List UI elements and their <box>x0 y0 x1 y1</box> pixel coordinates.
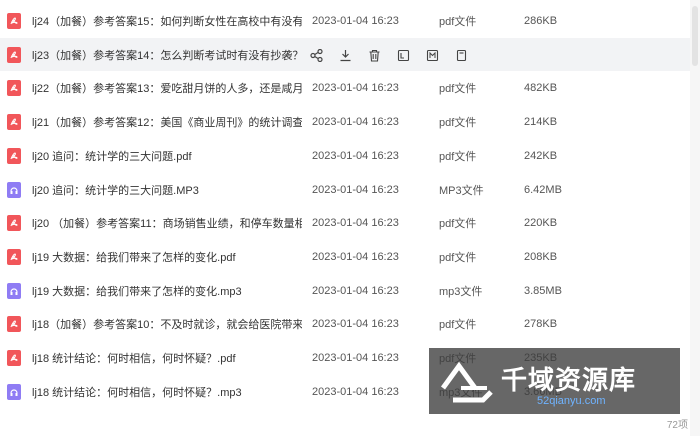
pdf-file-icon <box>7 215 21 231</box>
file-date: 2023-01-04 16:23 <box>312 385 399 398</box>
share-icon[interactable] <box>308 47 324 63</box>
file-date: 2023-01-04 16:23 <box>312 115 399 128</box>
file-row[interactable]: lj19 大数据：给我们带来了怎样的变化.mp3 2023-01-04 16:23… <box>0 274 690 307</box>
audio-file-icon <box>7 182 21 198</box>
file-date: 2023-01-04 16:23 <box>312 149 399 162</box>
file-type: pdf文件 <box>439 318 477 331</box>
file-date: 2023-01-04 16:23 <box>312 284 399 297</box>
file-date: 2023-01-04 16:23 <box>312 317 399 330</box>
file-size: 286KB <box>524 14 558 27</box>
file-name[interactable]: lj20 追问：统计学的三大问题.pdf <box>32 148 302 164</box>
file-type: pdf文件 <box>439 82 477 95</box>
pdf-file-icon <box>7 13 21 29</box>
row-actions <box>308 47 482 63</box>
pdf-file-icon <box>7 350 21 366</box>
file-date: 2023-01-04 16:23 <box>312 216 399 229</box>
file-size: 208KB <box>524 250 558 263</box>
file-size: 482KB <box>524 81 558 94</box>
file-row[interactable]: lj18（加餐）参考答案10：不及时就诊，就会给医院带来... 2023-01-0… <box>0 307 690 340</box>
file-row[interactable]: lj24（加餐）参考答案15：如何判断女性在高校中有没有... 2023-01-0… <box>0 4 690 37</box>
watermark-title: 千域资源库 <box>501 365 637 395</box>
file-date: 2023-01-04 16:23 <box>312 351 399 364</box>
file-type: MP3文件 <box>439 184 484 197</box>
file-type: pdf文件 <box>439 251 477 264</box>
scrollbar[interactable] <box>690 0 700 436</box>
file-name[interactable]: lj18 统计结论：何时相信，何时怀疑？.pdf <box>32 350 302 366</box>
watermark: 千域资源库 52qianyu.com <box>429 348 680 414</box>
item-count: 72项 <box>666 420 688 431</box>
copy-icon[interactable] <box>453 47 469 63</box>
rename-icon[interactable] <box>395 47 411 63</box>
file-name[interactable]: lj19 大数据：给我们带来了怎样的变化.pdf <box>32 249 302 265</box>
pdf-file-icon <box>7 148 21 164</box>
file-name[interactable]: lj18（加餐）参考答案10：不及时就诊，就会给医院带来... <box>32 316 302 332</box>
file-date: 2023-01-04 16:23 <box>312 81 399 94</box>
file-name[interactable]: lj20 追问：统计学的三大问题.MP3 <box>32 182 302 198</box>
file-name[interactable]: lj20 （加餐）参考答案11：商场销售业绩，和停车数量相... <box>32 215 302 231</box>
file-name[interactable]: lj24（加餐）参考答案15：如何判断女性在高校中有没有... <box>32 13 302 29</box>
pdf-file-icon <box>7 80 21 96</box>
audio-file-icon <box>7 283 21 299</box>
file-name[interactable]: lj18 统计结论：何时相信，何时怀疑？.mp3 <box>32 384 302 400</box>
file-size: 214KB <box>524 115 558 128</box>
file-size: 220KB <box>524 216 558 229</box>
file-type: pdf文件 <box>439 217 477 230</box>
file-name[interactable]: lj23（加餐）参考答案14：怎么判断考试时有没有抄袭？... <box>32 47 302 63</box>
scrollbar-thumb[interactable] <box>692 6 698 66</box>
file-row[interactable]: lj23（加餐）参考答案14：怎么判断考试时有没有抄袭？... <box>0 38 690 71</box>
audio-file-icon <box>7 384 21 400</box>
file-row[interactable]: lj20 追问：统计学的三大问题.MP3 2023-01-04 16:23 MP3文… <box>0 173 690 206</box>
pdf-file-icon <box>7 114 21 130</box>
file-row[interactable]: lj21（加餐）参考答案12：美国《商业周刊》的统计调查... 2023-01-0… <box>0 105 690 138</box>
watermark-url: 52qianyu.com <box>537 395 606 407</box>
file-type: pdf文件 <box>439 116 477 129</box>
file-row[interactable]: lj20 （加餐）参考答案11：商场销售业绩，和停车数量相... 2023-01-… <box>0 206 690 239</box>
download-icon[interactable] <box>337 47 353 63</box>
file-row[interactable]: lj19 大数据：给我们带来了怎样的变化.pdf 2023-01-04 16:23… <box>0 240 690 273</box>
delete-icon[interactable] <box>366 47 382 63</box>
pdf-file-icon <box>7 316 21 332</box>
move-icon[interactable] <box>424 47 440 63</box>
file-date: 2023-01-04 16:23 <box>312 14 399 27</box>
file-name[interactable]: lj21（加餐）参考答案12：美国《商业周刊》的统计调查... <box>32 114 302 130</box>
file-name[interactable]: lj22（加餐）参考答案13：爱吃甜月饼的人多，还是咸月... <box>32 80 302 96</box>
file-type: pdf文件 <box>439 150 477 163</box>
file-size: 242KB <box>524 149 558 162</box>
file-size: 3.85MB <box>524 284 562 297</box>
file-date: 2023-01-04 16:23 <box>312 183 399 196</box>
file-type: mp3文件 <box>439 285 483 298</box>
file-date: 2023-01-04 16:23 <box>312 250 399 263</box>
watermark-logo-icon <box>440 361 493 403</box>
file-row[interactable]: lj20 追问：统计学的三大问题.pdf 2023-01-04 16:23 pdf文… <box>0 139 690 172</box>
pdf-file-icon <box>7 249 21 265</box>
file-name[interactable]: lj19 大数据：给我们带来了怎样的变化.mp3 <box>32 283 302 299</box>
file-type: pdf文件 <box>439 15 477 28</box>
pdf-file-icon <box>7 47 21 63</box>
file-size: 6.42MB <box>524 183 562 196</box>
file-size: 278KB <box>524 317 558 330</box>
file-row[interactable]: lj22（加餐）参考答案13：爱吃甜月饼的人多，还是咸月... 2023-01-0… <box>0 71 690 104</box>
